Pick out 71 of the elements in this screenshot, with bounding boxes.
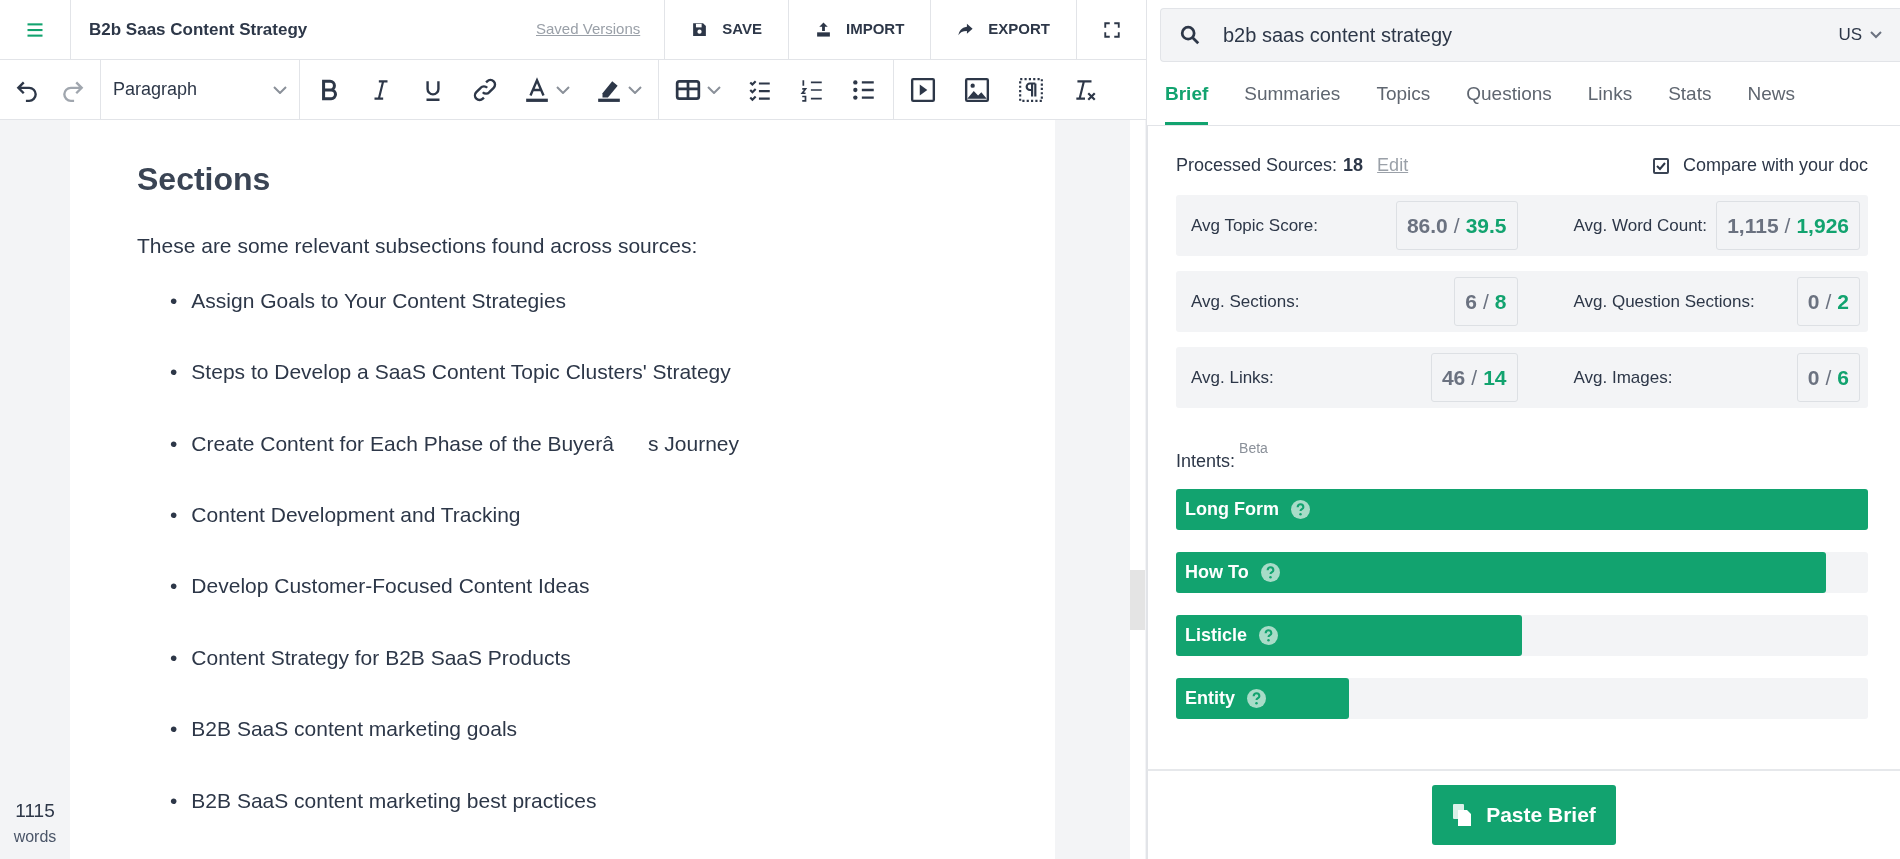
stat-value: 6 / 8 [1454,276,1518,327]
stat-value: 1,115 / 1,926 [1716,200,1860,251]
stat-value: 46 / 14 [1430,352,1518,403]
list-item: B2B SaaS content marketing best practices [191,787,597,814]
paragraph: These are some relevant subsections found across sources: [137,233,699,260]
bullet-marker: • [170,787,178,814]
list-item: Content Strategy for B2B SaaS Products [191,644,571,671]
tab[interactable]: Topics [1358,66,1449,125]
section-heading: Sections [137,160,272,199]
tab[interactable]: Stats [1650,66,1730,125]
fullscreen-icon[interactable] [1102,20,1121,39]
caret-icon [1870,31,1882,39]
caret-icon [707,85,721,94]
text-color-icon [524,76,550,103]
bullet-marker: • [170,644,178,671]
import-button[interactable]: IMPORT [787,0,931,59]
tab[interactable]: Brief [1165,66,1209,125]
word-count-label: words [13,827,57,847]
bullet-marker: • [170,716,178,743]
list-item: B2B SaaS content marketing goals [191,716,518,743]
stat-label: Avg. Links: [1191,366,1274,389]
stat-value: 86.0 / 39.5 [1395,200,1518,251]
document-title: B2b Saas Content Strategy [88,18,309,41]
show-blocks-icon [1018,76,1044,103]
tab[interactable]: Links [1569,66,1651,125]
caret-icon [628,85,642,94]
bullet-marker: • [170,287,178,314]
tab[interactable]: Questions [1448,66,1570,125]
stat-label: Avg. Question Sections: [1573,290,1755,313]
bullet-marker: • [170,573,178,600]
clipboard-icon [1452,803,1473,827]
stat-label: Avg. Word Count: [1573,214,1708,237]
intent-label: Long Form [1185,498,1279,521]
intent-label: How To [1185,561,1249,584]
list-item: Content Development and Tracking [191,502,521,529]
search-field[interactable]: b2b saas content strategy US [1160,8,1900,62]
word-count: 1115 [15,798,55,823]
bullet-marker: • [170,359,178,386]
paste-brief-button[interactable]: Paste Brief [1432,785,1616,845]
list-item: Assign Goals to Your Content Strategies [191,287,567,314]
tab[interactable]: Summaries [1226,66,1359,125]
sources-count: 18 [1343,154,1364,177]
bullet-marker: • [170,502,178,529]
bullet-marker: • [170,430,178,457]
save-button[interactable]: SAVE [664,0,788,59]
list-item: Develop Customer-Focused Content Ideas [191,573,590,600]
region-dropdown[interactable]: US [1832,21,1888,49]
scrollbar-thumb[interactable] [1130,570,1145,630]
list-item: Create Content for Each Phase of the Buyerâs Journey [191,430,739,457]
search-icon [1179,24,1201,46]
export-button[interactable]: EXPORT [930,0,1076,59]
tab[interactable]: News [1729,66,1813,125]
stat-value: 0 / 2 [1796,276,1860,327]
stat-label: Avg. Sections: [1191,290,1300,313]
intents-label: Intents: [1176,451,1236,471]
stat-value: 0 / 6 [1796,352,1860,403]
upload-icon [814,21,832,38]
intent-label: Entity [1185,687,1235,710]
caret-icon [273,85,287,94]
video-icon [910,76,936,103]
caret-icon [556,85,570,94]
image-icon [964,76,990,103]
list-item: Steps to Develop a SaaS Content Topic Clusters' Strategy [191,359,731,386]
beta-label: Beta [1239,440,1268,456]
link-icon [472,76,498,103]
compare-checkbox[interactable]: Compare with your doc [1652,152,1868,179]
intent-label: Listicle [1185,624,1248,647]
sources-label: Processed Sources: [1176,154,1338,177]
stat-label: Avg. Images: [1573,366,1673,389]
stat-label: Avg Topic Score: [1191,214,1318,237]
block-format-dropdown[interactable]: Paragraph [101,70,299,109]
